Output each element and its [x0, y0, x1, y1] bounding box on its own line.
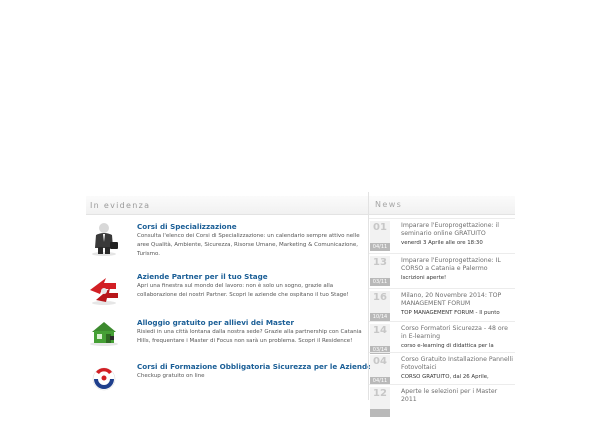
news-item-title[interactable]: Milano, 20 Novembre 2014: TOP MANAGEMENT…	[401, 292, 513, 308]
evidenza-item-desc: Apri una finestra sul mondo del lavoro: …	[137, 283, 349, 298]
news-panel: News 01 04/11 Imparare l'Europrogettazio…	[369, 196, 515, 417]
evidenza-item[interactable]: Aziende Partner per il tuo Stage Apri un…	[86, 272, 368, 316]
news-item-title[interactable]: Corso Gratuito Installazione Pannelli Fo…	[401, 356, 513, 372]
in-evidenza-title: In evidenza	[90, 201, 151, 210]
news-date-day: 12	[373, 388, 387, 399]
news-date-day: 01	[373, 222, 387, 233]
house-icon	[88, 318, 120, 352]
news-item[interactable]: 12 Aperte le selezioni per i Master 2011	[369, 384, 515, 421]
news-item-sub: CORSO GRATUITO, dal 26 Aprile,	[401, 374, 489, 380]
header-blank-area	[0, 0, 600, 192]
news-item-title[interactable]: Aperte le selezioni per i Master 2011	[401, 388, 513, 404]
news-item[interactable]: 01 04/11 Imparare l'Europrogettazione: i…	[369, 218, 515, 255]
partner-arrows-icon	[88, 272, 120, 306]
news-header: News	[369, 196, 515, 215]
news-date-day: 14	[373, 325, 387, 336]
news-date: 13 03/11	[370, 256, 390, 286]
news-date-month: 03/11	[370, 278, 390, 286]
in-evidenza-panel: In evidenza Corsi di Specializzazione Co…	[86, 196, 372, 400]
news-date: 12	[370, 387, 390, 417]
news-date-day: 13	[373, 257, 387, 268]
evidenza-item-desc: Risiedi in una città lontana dalla nostr…	[137, 329, 362, 344]
evidenza-item[interactable]: Corsi di Specializzazione Consulta l'ele…	[86, 222, 368, 266]
news-date-month	[370, 409, 390, 417]
news-item[interactable]: 16 10/14 Milano, 20 Novembre 2014: TOP M…	[369, 288, 515, 325]
evidenza-item-title[interactable]: Corsi di Specializzazione	[137, 222, 237, 231]
news-item-sub: venerdì 3 Aprile alle ore 18:30	[401, 240, 483, 246]
news-item-title[interactable]: Corso Formatori Sicurezza - 48 ore in E-…	[401, 325, 513, 341]
news-item-sub: Iscrizioni aperte!	[401, 275, 447, 281]
news-date-month: 10/14	[370, 313, 390, 321]
evidenza-item-title[interactable]: Aziende Partner per il tuo Stage	[137, 272, 268, 281]
evidenza-item-desc: Consulta l'elenco dei Corsi di Specializ…	[137, 233, 360, 257]
news-date: 16 10/14	[370, 291, 390, 321]
news-title: News	[375, 200, 403, 209]
news-item-sub: TOP MANAGEMENT FORUM - Il punto	[401, 310, 500, 316]
in-evidenza-header: In evidenza	[86, 196, 368, 215]
news-item-title[interactable]: Imparare l'Europrogettazione: IL CORSO a…	[401, 257, 513, 273]
news-item-sub: corso e-learning di didattica per la	[401, 343, 494, 349]
news-date-day: 04	[373, 356, 387, 367]
news-date: 04 04/11	[370, 355, 390, 385]
evidenza-item[interactable]: Alloggio gratuito per allievi dei Master…	[86, 318, 368, 362]
news-date: 01 04/11	[370, 221, 390, 251]
news-date-day: 16	[373, 292, 387, 303]
news-item-title[interactable]: Imparare l'Europrogettazione: il seminar…	[401, 222, 513, 238]
news-date-month: 04/11	[370, 243, 390, 251]
news-item[interactable]: 13 03/11 Imparare l'Europrogettazione: I…	[369, 253, 515, 290]
news-date: 14 03/14	[370, 324, 390, 354]
evidenza-item-title[interactable]: Corsi di Formazione Obbligatoria Sicurez…	[137, 362, 372, 371]
evidenza-item-title[interactable]: Alloggio gratuito per allievi dei Master	[137, 318, 294, 327]
safety-logo-icon	[88, 362, 120, 396]
businessman-icon	[88, 222, 120, 256]
evidenza-item[interactable]: Corsi di Formazione Obbligatoria Sicurez…	[86, 362, 372, 406]
evidenza-item-desc: Checkup gratuito on line	[137, 373, 205, 379]
